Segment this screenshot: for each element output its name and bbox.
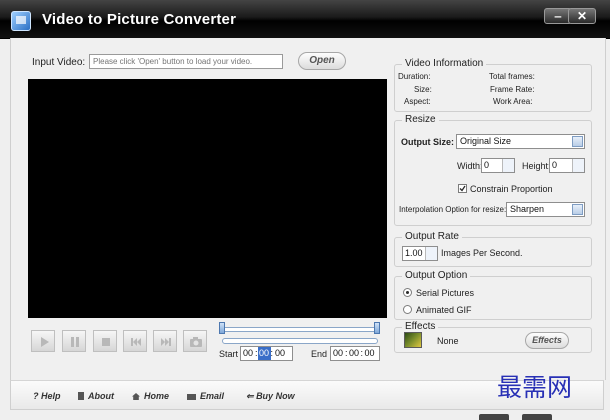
app-window: Video to Picture Converter ‒ ✕ Input Vid… (0, 0, 610, 420)
stop-button[interactable] (93, 330, 117, 352)
start-seconds: 00 (275, 348, 286, 358)
video-preview-area (28, 79, 387, 318)
images-per-second-label: Images Per Second. (441, 248, 523, 258)
output-size-select[interactable]: Original Size (456, 134, 585, 149)
snapshot-button[interactable] (183, 330, 207, 352)
help-link[interactable]: ? Help (33, 391, 61, 401)
duration-label: Duration: (398, 72, 431, 81)
height-spinner[interactable]: 0 (549, 158, 585, 173)
dropdown-arrow-icon (572, 204, 583, 215)
home-link[interactable]: Home (132, 391, 169, 401)
checkmark-icon (459, 185, 466, 192)
aspect-label: Aspect: (404, 97, 431, 106)
interpolation-select[interactable]: Sharpen (506, 202, 585, 217)
interpolation-value: Sharpen (510, 204, 545, 214)
close-button[interactable]: ✕ (568, 8, 596, 24)
help-label: Help (41, 391, 61, 401)
play-icon (41, 337, 49, 347)
animated-gif-radio[interactable] (403, 305, 412, 314)
stop-icon (102, 338, 110, 346)
pause-icon (71, 337, 79, 347)
footer-tab-right (522, 414, 552, 420)
buy-now-label: Buy Now (256, 391, 295, 401)
spinner-arrows-icon[interactable] (572, 159, 584, 172)
height-value: 0 (552, 160, 558, 170)
output-rate-title: Output Rate (402, 231, 462, 242)
effects-title: Effects (402, 321, 439, 332)
buy-arrow-icon: ⇐ (246, 391, 254, 401)
app-logo-icon (11, 11, 31, 31)
home-label: Home (144, 391, 170, 401)
rewind-icon (131, 338, 141, 346)
output-size-label: Output Size: (401, 137, 454, 147)
forward-button[interactable] (153, 330, 177, 352)
email-link[interactable]: Email (187, 391, 224, 401)
effect-value: None (437, 336, 459, 346)
spinner-arrows-icon[interactable] (502, 159, 514, 172)
serial-pictures-radio[interactable] (403, 288, 412, 297)
start-hours: 00 (242, 348, 253, 358)
dropdown-arrow-icon (572, 136, 583, 147)
output-size-value: Original Size (460, 136, 512, 146)
rewind-button[interactable] (123, 330, 147, 352)
width-spinner[interactable]: 0 (481, 158, 515, 173)
constrain-label: Constrain Proportion (470, 184, 553, 194)
end-hours: 00 (332, 348, 343, 358)
total-frames-label: Total frames: (489, 72, 535, 81)
size-label: Size: (414, 85, 432, 94)
start-minutes: 00 (257, 347, 271, 360)
open-button[interactable]: Open (298, 52, 346, 70)
width-label: Width: (457, 161, 483, 171)
radio-dot-icon (406, 291, 409, 294)
about-icon (78, 392, 84, 400)
frame-rate-label: Frame Rate: (490, 85, 535, 94)
work-area-label: Work Area: (493, 97, 533, 106)
effect-preview-image (404, 332, 422, 348)
output-rate-value: 1.00 (405, 248, 423, 258)
buy-now-link[interactable]: ⇐ Buy Now (246, 391, 295, 402)
height-label: Height: (522, 161, 551, 171)
home-icon (132, 393, 140, 400)
pause-button[interactable] (62, 330, 86, 352)
serial-pictures-label: Serial Pictures (416, 288, 475, 298)
effects-button[interactable]: Effects (525, 332, 569, 349)
resize-title: Resize (402, 114, 439, 125)
position-slider-track[interactable] (222, 338, 378, 344)
start-time-field[interactable]: 00:00:00 (240, 346, 293, 361)
end-time-field[interactable]: 00:00:00 (330, 346, 380, 361)
end-label: End (311, 349, 328, 359)
output-rate-spinner[interactable]: 1.00 (402, 246, 438, 261)
footer-tab-left (479, 414, 509, 420)
window-title: Video to Picture Converter (42, 11, 237, 28)
range-start-thumb[interactable] (219, 322, 225, 334)
range-slider-track[interactable] (222, 327, 378, 332)
about-label: About (88, 391, 114, 401)
spinner-arrows-icon[interactable] (425, 247, 437, 260)
watermark-text: 最需网 (497, 373, 573, 402)
about-link[interactable]: About (78, 391, 114, 401)
output-option-title: Output Option (402, 270, 471, 281)
range-end-thumb[interactable] (374, 322, 380, 334)
animated-gif-label: Animated GIF (416, 305, 472, 315)
constrain-checkbox[interactable] (458, 184, 467, 193)
end-seconds: 00 (364, 348, 375, 358)
start-label: Start (219, 349, 239, 359)
play-button[interactable] (31, 330, 55, 352)
help-icon: ? (33, 391, 39, 401)
input-video-label: Input Video: (32, 57, 86, 68)
input-video-field[interactable] (89, 54, 283, 69)
video-information-title: Video Information (402, 58, 487, 69)
camera-icon (190, 337, 202, 347)
email-label: Email (200, 391, 225, 401)
width-value: 0 (484, 160, 490, 170)
end-minutes: 00 (349, 348, 360, 358)
email-icon (187, 394, 196, 400)
title-bar: Video to Picture Converter ‒ ✕ (0, 0, 610, 39)
interpolation-label: Interpolation Option for resize: (399, 205, 507, 214)
forward-icon (161, 338, 171, 346)
